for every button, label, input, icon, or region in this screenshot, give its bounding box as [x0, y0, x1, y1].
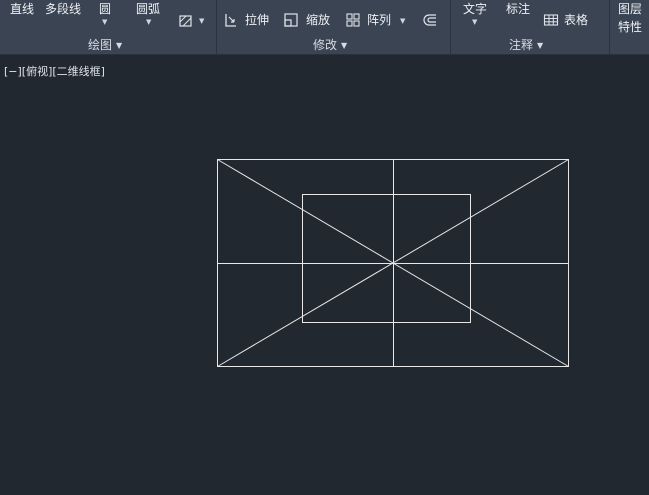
modify-panel-label[interactable]: 修改 ▼	[313, 38, 347, 53]
line-button[interactable]: 直线	[10, 2, 34, 16]
table-button[interactable]: 表格	[564, 13, 588, 27]
layers-panel: 图层 特性	[610, 0, 649, 54]
dimension-button[interactable]: 标注	[506, 2, 530, 16]
layer-button[interactable]: 图层	[618, 2, 642, 16]
polyline-button[interactable]: 多段线	[45, 2, 81, 16]
annotation-panel: 文字 ▼ 标注 表格 注释 ▼	[451, 0, 610, 54]
circle-button[interactable]: 圆	[99, 2, 111, 16]
offset-icon[interactable]	[422, 12, 438, 28]
array-dropdown-icon[interactable]: ▼	[400, 17, 405, 25]
table-icon[interactable]	[543, 12, 559, 28]
stretch-button[interactable]: 拉伸	[245, 13, 269, 27]
circle-dropdown-icon[interactable]: ▼	[102, 18, 107, 26]
modify-panel: 拉伸 缩放 阵列 ▼ 修改 ▼	[217, 0, 451, 54]
scale-icon[interactable]	[283, 12, 299, 28]
arc-dropdown-icon[interactable]: ▼	[146, 18, 151, 26]
array-icon[interactable]	[345, 12, 361, 28]
arc-button[interactable]: 圆弧	[136, 2, 160, 16]
modify-panel-expand-icon: ▼	[341, 41, 348, 50]
hatch-dropdown-icon[interactable]: ▼	[199, 17, 204, 25]
draw-panel-expand-icon: ▼	[116, 41, 123, 50]
text-dropdown-icon[interactable]: ▼	[472, 18, 477, 26]
properties-button[interactable]: 特性	[618, 20, 642, 34]
hatch-icon[interactable]	[178, 13, 194, 29]
drawing-viewport[interactable]: [−][俯视][二维线框]	[0, 55, 649, 495]
ribbon: 直线 多段线 圆 ▼ 圆弧 ▼ ▼ 绘图 ▼ 拉伸 缩放 阵列 ▼ 修改 ▼ 文…	[0, 0, 649, 55]
inner-rectangle	[302, 194, 471, 323]
drawing-canvas[interactable]	[0, 55, 649, 495]
text-button[interactable]: 文字	[463, 2, 487, 16]
scale-button[interactable]: 缩放	[306, 13, 330, 27]
annotation-panel-expand-icon: ▼	[537, 41, 544, 50]
stretch-icon[interactable]	[223, 12, 239, 28]
annotation-panel-label[interactable]: 注释 ▼	[509, 38, 543, 53]
draw-panel: 直线 多段线 圆 ▼ 圆弧 ▼ ▼ 绘图 ▼	[0, 0, 217, 54]
draw-panel-label[interactable]: 绘图 ▼	[88, 38, 122, 53]
array-button[interactable]: 阵列	[367, 13, 391, 27]
